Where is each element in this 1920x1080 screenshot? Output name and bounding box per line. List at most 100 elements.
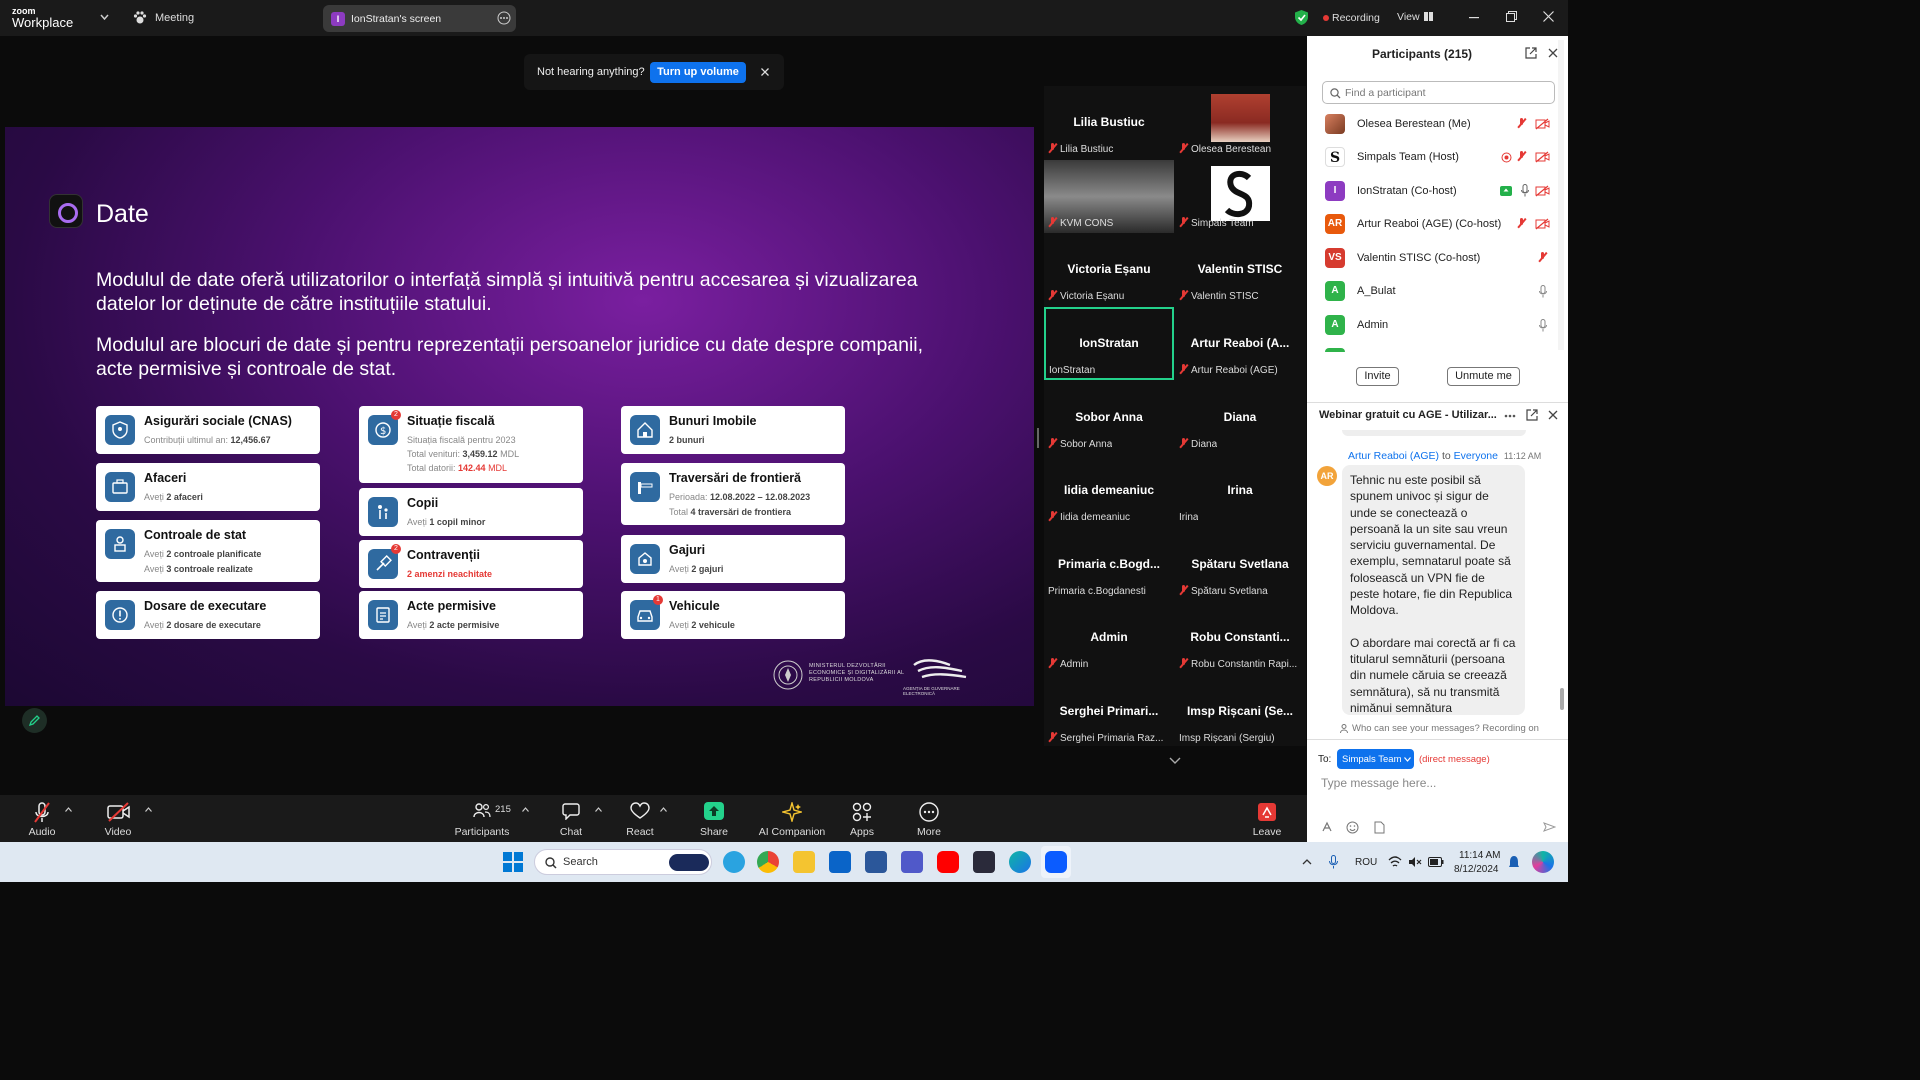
restore-icon[interactable] xyxy=(1506,11,1517,22)
youtube-icon[interactable] xyxy=(937,851,959,873)
video-button[interactable]: Video xyxy=(83,795,153,842)
turn-up-volume-button[interactable]: Turn up volume xyxy=(650,62,746,83)
telegram-icon[interactable] xyxy=(723,851,745,873)
app-icon[interactable] xyxy=(973,851,995,873)
mic-muted-icon[interactable] xyxy=(1517,118,1526,128)
grid-view-icon[interactable] xyxy=(1424,12,1433,21)
chevron-up-icon[interactable] xyxy=(595,807,602,812)
recording-label[interactable]: Recording xyxy=(1332,12,1380,24)
participant-row[interactable]: A A_Bulat xyxy=(1325,281,1555,303)
more-button[interactable]: More xyxy=(894,795,964,842)
chat-input[interactable]: Type message here... xyxy=(1321,776,1436,790)
chevron-down-icon[interactable] xyxy=(100,14,109,20)
chat-sender[interactable]: Artur Reaboi (AGE) xyxy=(1348,450,1439,462)
video-tile[interactable]: Diana Diana xyxy=(1175,381,1305,454)
chat-button[interactable]: Chat xyxy=(536,795,606,842)
participants-button[interactable]: 215 Participants xyxy=(447,795,517,842)
shield-check-icon[interactable] xyxy=(1294,9,1309,26)
language-indicator[interactable]: ROU xyxy=(1355,857,1377,868)
video-tile[interactable]: Simpals Team xyxy=(1175,160,1305,233)
copilot-icon[interactable] xyxy=(1532,851,1554,873)
format-icon[interactable] xyxy=(1321,821,1333,833)
participant-row[interactable]: VS Valentin STISC (Co-host) xyxy=(1325,248,1555,270)
participant-row[interactable]: I IonStratan (Co-host) xyxy=(1325,181,1555,203)
mic-icon[interactable] xyxy=(1539,319,1547,332)
chat-scrollbar[interactable] xyxy=(1560,688,1564,710)
video-off-icon[interactable] xyxy=(1535,151,1550,163)
video-tile[interactable]: Spătaru Svetlana Spătaru Svetlana xyxy=(1175,528,1305,601)
notification-bell-icon[interactable] xyxy=(1508,855,1520,869)
participant-row[interactable]: A Admin xyxy=(1325,315,1555,337)
video-tile[interactable]: Admin Admin xyxy=(1044,601,1174,674)
participant-row[interactable]: S Simpals Team (Host) xyxy=(1325,147,1555,169)
react-button[interactable]: React xyxy=(605,795,675,842)
share-button[interactable]: Share xyxy=(679,795,749,842)
mic-muted-icon[interactable] xyxy=(1517,218,1526,228)
video-off-icon[interactable] xyxy=(1535,118,1550,130)
edge-icon[interactable] xyxy=(1009,851,1031,873)
taskbar-active-app[interactable] xyxy=(1041,846,1071,878)
video-tile[interactable]: Olesea Berestean xyxy=(1175,86,1305,159)
participant-search-input[interactable]: Find a participant xyxy=(1322,81,1555,104)
wifi-icon[interactable] xyxy=(1388,856,1402,868)
meeting-menu[interactable]: Meeting xyxy=(155,12,194,24)
splitter-handle[interactable] xyxy=(1037,428,1039,448)
pop-out-icon[interactable] xyxy=(1525,47,1537,59)
video-tile[interactable]: Artur Reaboi (A... Artur Reaboi (AGE) xyxy=(1175,307,1305,380)
volume-muted-icon[interactable] xyxy=(1408,856,1422,868)
chevron-up-icon[interactable] xyxy=(1302,859,1312,865)
close-chat-icon[interactable] xyxy=(1548,410,1558,420)
emoji-icon[interactable] xyxy=(1346,821,1359,834)
visibility-text[interactable]: Who can see your messages? Recording on xyxy=(1352,723,1539,734)
clock-date[interactable]: 8/12/2024 xyxy=(1454,864,1499,875)
mic-icon[interactable] xyxy=(1521,184,1529,197)
recipient-dropdown[interactable]: Simpals Team xyxy=(1337,749,1414,769)
video-tile-active-speaker[interactable]: IonStratan IonStratan xyxy=(1044,307,1174,380)
chevron-up-icon[interactable] xyxy=(660,807,667,812)
windows-start-icon[interactable] xyxy=(503,852,523,872)
more-options-icon[interactable] xyxy=(497,11,511,25)
video-tile[interactable]: Irina Irina xyxy=(1175,454,1305,527)
apps-button[interactable]: Apps xyxy=(827,795,897,842)
invite-button[interactable]: Invite xyxy=(1356,367,1399,386)
participant-row[interactable]: AR Artur Reaboi (AGE) (Co-host) xyxy=(1325,214,1555,236)
video-tile[interactable]: Sobor Anna Sobor Anna xyxy=(1044,381,1174,454)
video-tile[interactable]: KVM CONS xyxy=(1044,160,1174,233)
word-icon[interactable] xyxy=(865,851,887,873)
mic-icon[interactable] xyxy=(1539,285,1547,298)
video-tile[interactable]: Valentin STISC Valentin STISC xyxy=(1175,233,1305,306)
ai-companion-button[interactable]: AI Companion xyxy=(752,795,832,842)
taskbar-search[interactable]: Search xyxy=(534,849,712,875)
audio-button[interactable]: Audio xyxy=(7,795,77,842)
mic-muted-icon[interactable] xyxy=(1517,151,1526,161)
mic-icon[interactable] xyxy=(1329,855,1338,869)
teams-icon[interactable] xyxy=(901,851,923,873)
video-tile[interactable]: Primaria c.Bogd... Primaria c.Bogdanesti xyxy=(1044,528,1174,601)
minimize-icon[interactable] xyxy=(1469,17,1479,19)
participant-row[interactable]: Olesea Berestean (Me) xyxy=(1325,114,1555,136)
video-tile[interactable]: Iidia demeaniuc Iidia demeaniuc xyxy=(1044,454,1174,527)
video-off-icon[interactable] xyxy=(1535,218,1550,230)
video-tile[interactable]: Robu Constanti... Robu Constantin Rapi... xyxy=(1175,601,1305,674)
chrome-icon[interactable] xyxy=(757,851,779,873)
annotate-button[interactable] xyxy=(22,708,47,733)
participants-scrollbar[interactable] xyxy=(1558,40,1564,350)
chevron-up-icon[interactable] xyxy=(522,807,529,812)
close-window-icon[interactable] xyxy=(1543,11,1554,22)
gallery-next-page-icon[interactable] xyxy=(1169,757,1181,764)
share-screen-tab[interactable]: I IonStratan's screen xyxy=(323,5,516,32)
battery-icon[interactable] xyxy=(1428,857,1444,867)
leave-button[interactable]: Leave xyxy=(1232,795,1302,842)
close-panel-icon[interactable] xyxy=(1548,48,1558,58)
video-tile[interactable]: Imsp Rișcani (Se... Imsp Rișcani (Sergiu) xyxy=(1175,675,1305,748)
close-icon[interactable] xyxy=(761,68,769,76)
chevron-up-icon[interactable] xyxy=(145,807,152,812)
chevron-up-icon[interactable] xyxy=(65,807,72,812)
clock-time[interactable]: 11:14 AM xyxy=(1459,850,1501,861)
unmute-me-button[interactable]: Unmute me xyxy=(1447,367,1520,386)
video-tile[interactable]: Lilia Bustiuc Lilia Bustiuc xyxy=(1044,86,1174,159)
file-icon[interactable] xyxy=(1373,821,1385,834)
view-menu[interactable]: View xyxy=(1397,11,1420,23)
more-options-icon[interactable] xyxy=(1504,414,1516,418)
pop-out-icon[interactable] xyxy=(1526,409,1538,421)
